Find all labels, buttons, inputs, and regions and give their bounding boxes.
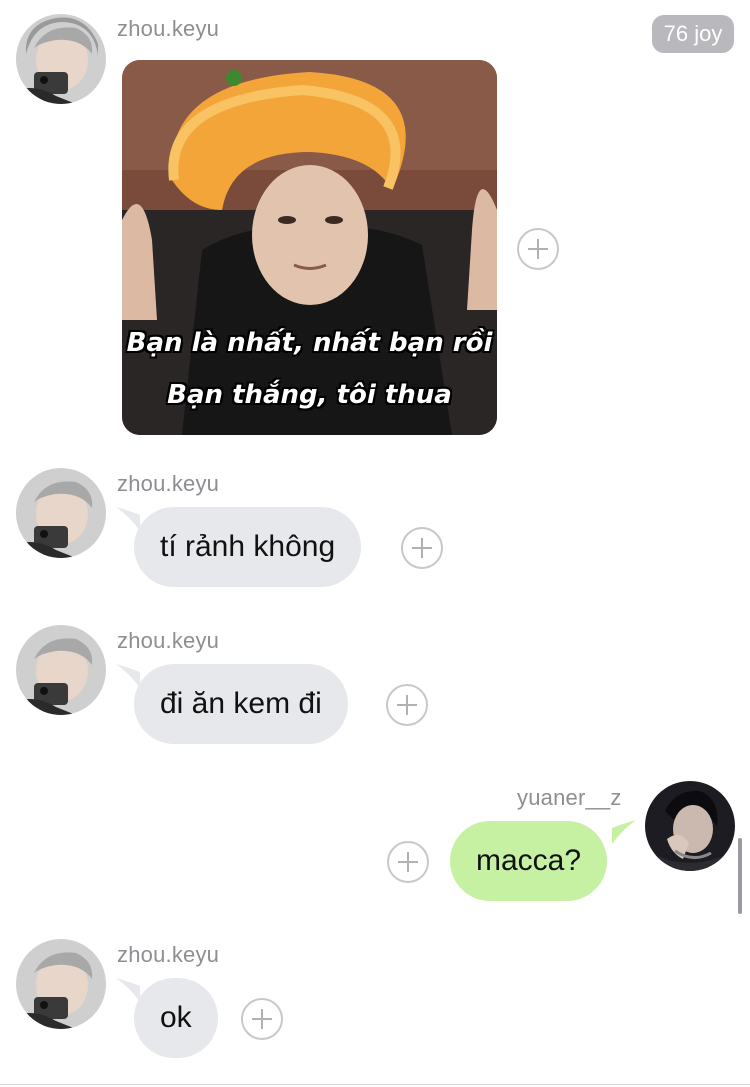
add-reaction-button[interactable] [241,998,283,1040]
bubble-tail [116,664,140,688]
bubble-tail [116,978,140,1002]
avatar-photo [16,625,106,715]
sticker-caption-line-2: Bạn thắng, tôi thua [167,380,452,410]
add-reaction-button[interactable] [517,228,559,270]
message-bubble[interactable]: macca? [450,821,608,901]
avatar-zhou-keyu[interactable] [16,625,106,715]
sticker-caption-line-1: Bạn là nhất, nhất bạn rồi [126,328,493,358]
joy-count-badge[interactable]: 76 joy [652,15,734,53]
add-reaction-button[interactable] [387,841,429,883]
divider [0,1084,750,1085]
message-bubble[interactable]: ok [134,978,218,1058]
sender-name: zhou.keyu [117,628,220,653]
sticker-picture [122,60,497,435]
sender-name: zhou.keyu [117,942,220,967]
avatar-photo [16,468,106,558]
scrollbar[interactable] [738,838,742,914]
sender-name: zhou.keyu [117,16,220,41]
sender-name: yuaner__z [517,785,622,810]
sender-name: zhou.keyu [117,471,220,496]
message-bubble[interactable]: tí rảnh không [134,507,362,587]
avatar-yuaner-z[interactable] [645,781,735,871]
bubble-tail [612,820,636,844]
message-bubble[interactable]: đi ăn kem đi [134,664,348,744]
avatar-zhou-keyu[interactable] [16,14,106,104]
avatar-zhou-keyu[interactable] [16,939,106,1029]
avatar-photo [16,14,106,104]
add-reaction-button[interactable] [401,527,443,569]
avatar-zhou-keyu[interactable] [16,468,106,558]
avatar-photo [16,939,106,1029]
avatar-photo [645,781,735,871]
bubble-tail [116,507,140,531]
sticker-image[interactable]: Bạn là nhất, nhất bạn rồi Bạn thắng, tôi… [122,60,497,435]
add-reaction-button[interactable] [386,684,428,726]
